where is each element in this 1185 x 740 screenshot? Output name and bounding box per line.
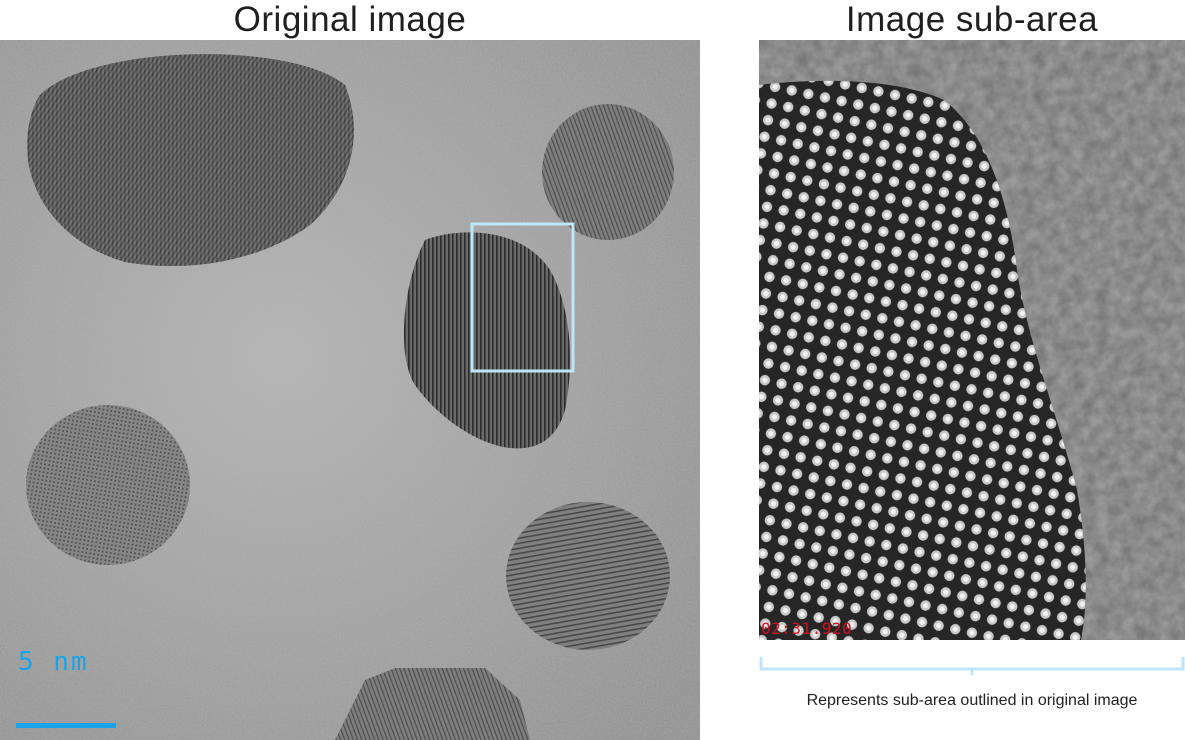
nanoparticle-top-right (542, 104, 674, 240)
subarea-title: Image sub-area (845, 0, 1099, 39)
original-micrograph (0, 40, 700, 740)
subarea-micrograph: 02:31.920 (759, 40, 1185, 640)
subarea-caption: Represents sub-area outlined in original… (806, 692, 1138, 709)
timestamp-label: 02:31.920 (761, 619, 853, 638)
nanoparticle-bottom-right (506, 502, 670, 650)
nanoparticle-left (26, 405, 190, 565)
scale-bar (16, 723, 116, 728)
micrograph-canvas (0, 40, 700, 740)
original-image-title: Original image (233, 0, 467, 39)
subarea-canvas (759, 40, 1185, 640)
caption-bracket (759, 657, 1185, 675)
scale-bar-label: 5 nm (18, 647, 89, 677)
